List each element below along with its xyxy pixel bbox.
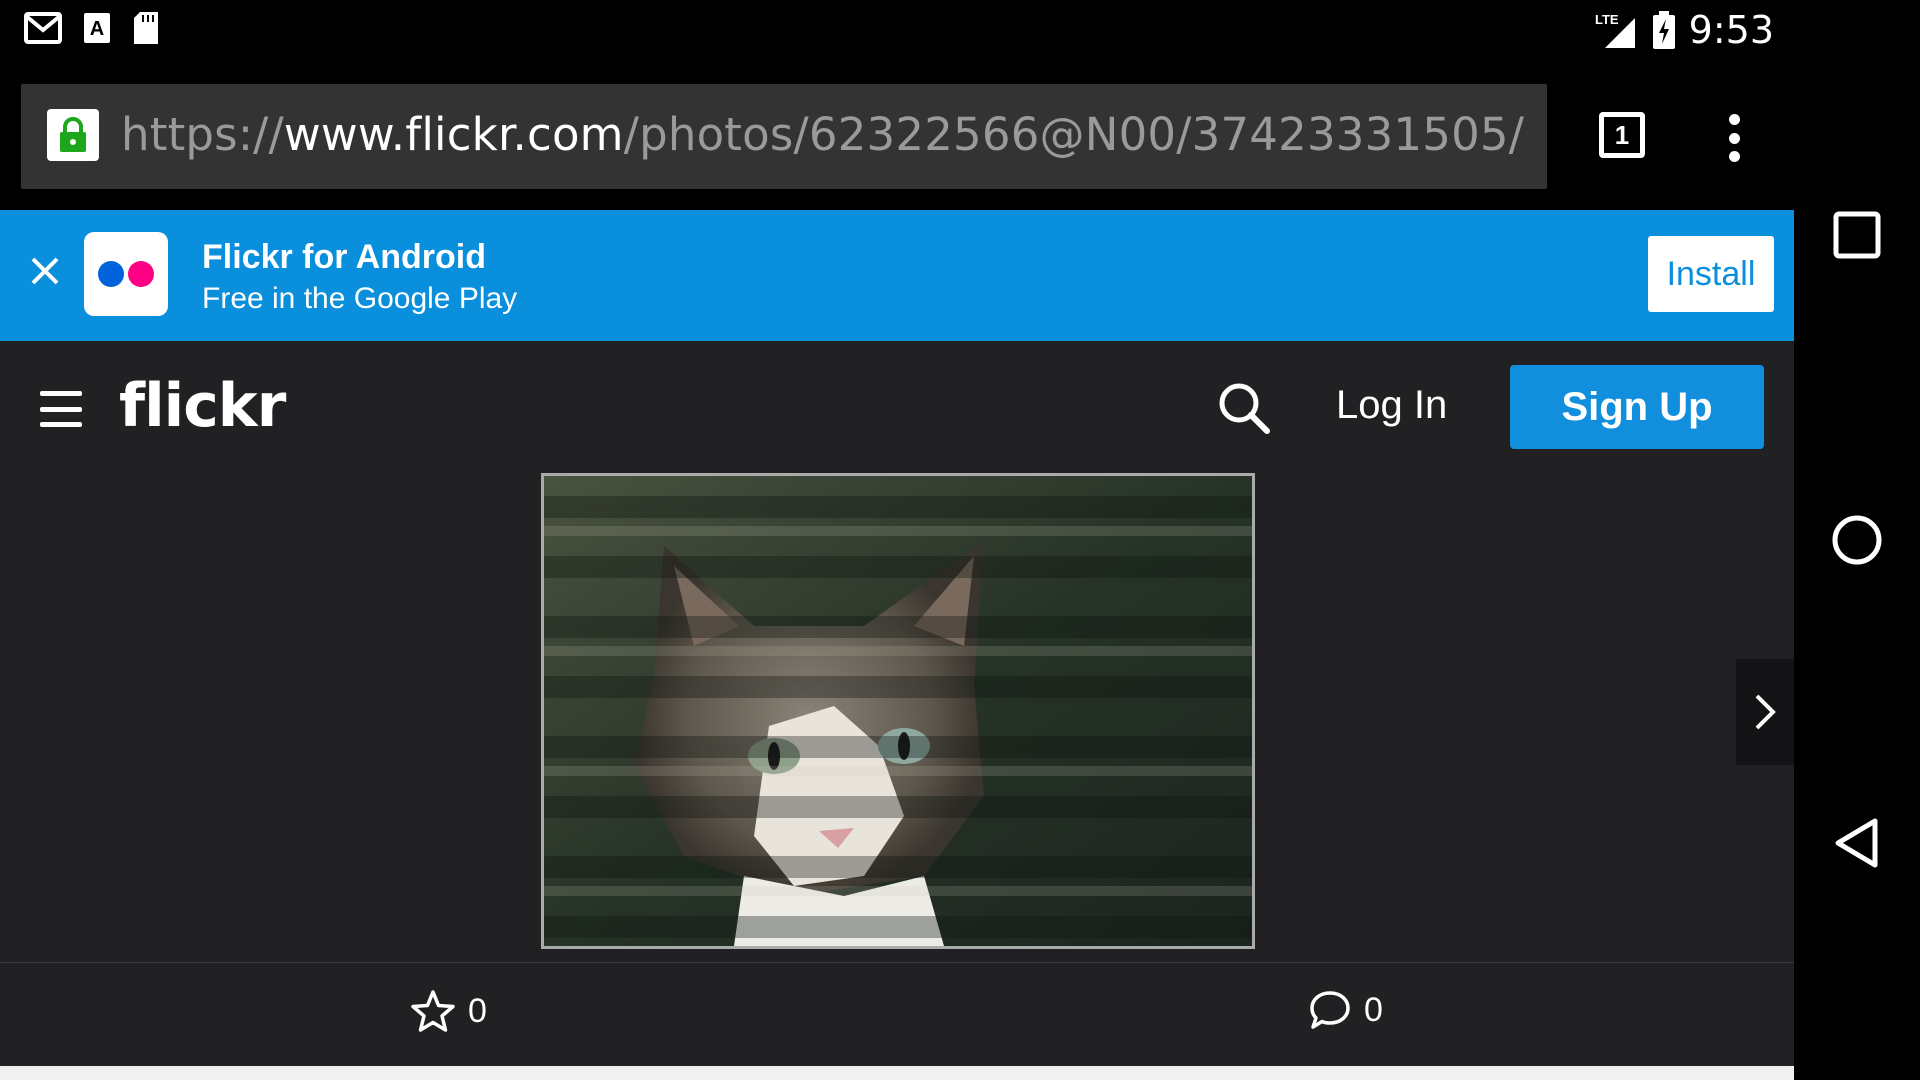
text-a-icon: A <box>84 13 110 43</box>
battery-charging-icon <box>1652 11 1675 49</box>
notification-icons: A <box>24 12 160 44</box>
pink-dot <box>128 261 154 287</box>
browser-toolbar: https://www.flickr.com/photos/62322566@N… <box>0 64 1794 210</box>
install-button[interactable]: Install <box>1648 236 1774 312</box>
close-icon[interactable] <box>28 254 62 288</box>
signup-button[interactable]: Sign Up <box>1510 365 1764 449</box>
phone-screen: A LTE 9:53 https://www.flickr.com/photos… <box>0 0 1794 1080</box>
system-navigation-bar <box>1794 0 1920 1080</box>
url-text[interactable]: https://www.flickr.com/photos/62322566@N… <box>121 108 1524 161</box>
svg-text:A: A <box>90 18 104 40</box>
favorite-button[interactable]: 0 <box>410 989 487 1033</box>
gmail-icon <box>24 12 62 44</box>
favorites-count: 0 <box>468 991 487 1030</box>
photo[interactable] <box>541 473 1255 949</box>
overview-icon[interactable] <box>1830 208 1884 262</box>
search-icon[interactable] <box>1217 381 1271 435</box>
url-scheme: https:// <box>121 108 284 161</box>
sd-card-icon <box>134 12 158 44</box>
blue-dot <box>98 261 124 287</box>
url-path: /photos/62322566@N00/37423331505/ <box>623 108 1525 161</box>
login-link[interactable]: Log In <box>1336 383 1447 428</box>
flickr-logo[interactable]: flickr <box>119 371 286 441</box>
banner-subtitle: Free in the Google Play <box>202 282 518 315</box>
banner-title: Flickr for Android <box>202 238 486 276</box>
signal-icon: LTE <box>1595 12 1635 48</box>
photo-actions: 0 0 <box>0 963 1794 1066</box>
overflow-menu-icon[interactable] <box>1724 114 1744 162</box>
home-icon[interactable] <box>1830 513 1884 567</box>
hamburger-menu-icon[interactable] <box>40 391 82 427</box>
url-bar[interactable]: https://www.flickr.com/photos/62322566@N… <box>21 84 1547 189</box>
chevron-right-icon <box>1755 694 1776 730</box>
flickr-app-logo <box>84 232 168 316</box>
site-header: flickr Log In Sign Up <box>0 341 1794 473</box>
next-photo-button[interactable] <box>1736 659 1794 765</box>
comment-icon <box>1310 991 1350 1029</box>
url-host: www.flickr.com <box>283 108 624 161</box>
system-status: LTE 9:53 <box>1595 8 1774 52</box>
lock-icon[interactable] <box>47 109 99 161</box>
photo-viewer <box>0 473 1794 963</box>
app-install-banner: Flickr for Android Free in the Google Pl… <box>0 210 1794 341</box>
comment-button[interactable]: 0 <box>1308 989 1383 1031</box>
status-bar: A LTE 9:53 <box>0 0 1794 64</box>
cat-photo-image <box>544 476 1252 946</box>
clock: 9:53 <box>1688 8 1774 52</box>
star-icon <box>411 990 455 1032</box>
comments-count: 0 <box>1364 990 1383 1029</box>
back-icon[interactable] <box>1830 816 1884 870</box>
svg-text:LTE: LTE <box>1595 12 1619 27</box>
page-bottom-edge <box>0 1066 1794 1080</box>
tab-switcher-button[interactable]: 1 <box>1599 112 1645 158</box>
